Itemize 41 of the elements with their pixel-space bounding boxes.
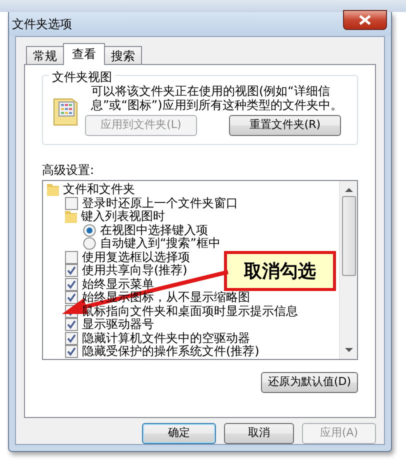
tab[interactable]: 搜索 — [104, 46, 142, 65]
checkbox[interactable] — [65, 196, 78, 210]
checkbox[interactable] — [65, 291, 78, 304]
checkbox[interactable] — [65, 264, 78, 278]
checkbox[interactable] — [65, 332, 78, 345]
close-button[interactable] — [343, 10, 387, 30]
scroll-down-icon[interactable] — [344, 348, 352, 353]
radio-button[interactable] — [83, 237, 96, 250]
setting-label: 键入列表视图时 — [81, 210, 165, 224]
setting-label: 使用复选框以选择项 — [82, 250, 190, 264]
setting-label: 隐藏计算机文件夹中的空驱动器 — [82, 332, 250, 345]
setting-label: 在视图中选择键入项 — [100, 224, 208, 237]
checkbox[interactable] — [65, 278, 78, 291]
checkbox[interactable] — [65, 250, 78, 264]
close-icon — [359, 15, 371, 25]
button[interactable]: 重置文件夹(R) — [229, 115, 341, 136]
advanced-settings-label: 高级设置: — [42, 162, 96, 179]
group-title: 文件夹视图 — [49, 68, 115, 86]
checkbox[interactable] — [65, 318, 78, 332]
folder-icon — [65, 210, 77, 224]
window-title: 文件夹选项 — [12, 16, 72, 33]
scroll-up-icon[interactable] — [344, 187, 352, 192]
checkbox[interactable] — [65, 345, 78, 358]
setting-label: 显示驱动器号 — [82, 318, 154, 332]
button[interactable]: 确定 — [142, 423, 216, 444]
setting-label: 始终显示菜单 — [82, 278, 154, 291]
description-text: 可以将该文件夹正在使用的视图(例如“详细信息”或“图标”)应用到所有这种类型的文件夹中。 — [91, 84, 344, 112]
folder-icon — [47, 183, 59, 196]
scrollbar[interactable] — [339, 181, 357, 359]
setting-label: 隐藏受保护的操作系统文件(推荐) — [82, 345, 260, 358]
setting-label: 自动键入到“搜索”框中 — [100, 237, 220, 250]
setting-label: 登录时还原上一个文件夹窗口 — [82, 196, 238, 210]
folder-view-icon — [53, 96, 79, 126]
restore-defaults-button[interactable]: 还原为默认值(D) — [260, 372, 358, 393]
tab[interactable]: 常规 — [26, 46, 64, 65]
callout: 取消勾选 — [224, 251, 336, 291]
setting-label: 使用共享向导(推荐) — [82, 264, 188, 278]
button[interactable]: 取消 — [224, 423, 294, 444]
radio-button[interactable] — [83, 224, 96, 237]
setting-label: 文件和文件夹 — [63, 183, 135, 196]
tab[interactable]: 查看 — [63, 43, 105, 65]
